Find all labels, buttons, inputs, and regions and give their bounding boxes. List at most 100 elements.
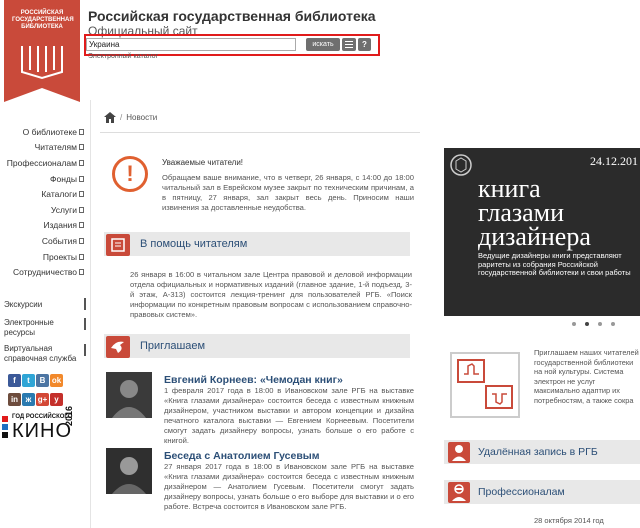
sidebar-eresources[interactable]: Электронные ресурсы (4, 318, 64, 338)
reader-icon (106, 234, 130, 256)
kino-square-red (2, 416, 8, 422)
document-icon (79, 253, 84, 260)
event-text: 1 февраля 2017 года в 18:00 в Ивановском… (164, 386, 414, 445)
site-title[interactable]: Российская государственная библиотека (88, 8, 376, 24)
document-icon (79, 191, 84, 198)
sidebar-item-label: Услуги (50, 204, 77, 215)
exhibition-banner[interactable]: 24.12.201 книга глазами дизайнера Ведущи… (444, 148, 640, 316)
document-icon (79, 269, 84, 276)
breadcrumb-divider (100, 132, 420, 133)
remote-registration-link[interactable]: Удалённая запись в РГБ (444, 440, 640, 464)
breadcrumb-current: Новости (126, 113, 158, 122)
document-icon (79, 159, 84, 166)
odnoklassniki-icon[interactable]: ok (50, 374, 63, 387)
document-icon (79, 206, 84, 213)
document-icon (79, 144, 84, 151)
banner-description: Ведущие дизайнеры книги представляют рар… (478, 251, 631, 277)
slide-dot[interactable] (598, 322, 602, 326)
home-icon[interactable] (104, 112, 116, 123)
event-photo[interactable] (106, 448, 152, 494)
right-link-label: Профессионалам (478, 486, 565, 498)
sidebar-divider (84, 318, 86, 330)
slider-dots (572, 322, 615, 326)
banner-date: 24.12.201 (590, 154, 638, 168)
professional-icon (448, 482, 470, 503)
sidebar-item-events[interactable]: События (0, 233, 86, 249)
facebook-icon[interactable]: f (8, 374, 21, 387)
document-icon (79, 237, 84, 244)
sidebar-item-label: Каталоги (41, 189, 77, 200)
document-icon (79, 175, 84, 182)
social-links: f t Вok in ж g+ y (8, 370, 78, 408)
sidebar-item-label: События (41, 235, 77, 246)
user-icon (448, 442, 470, 463)
vkontakte-icon[interactable]: В (36, 374, 49, 387)
sidebar-item-projects[interactable]: Проекты (0, 249, 86, 265)
professionals-link[interactable]: Профессионалам (444, 480, 640, 504)
event-title[interactable]: Евгений Корнеев: «Чемодан книг» (164, 374, 343, 386)
sidebar-item-label: Профессионалам (6, 157, 77, 168)
instagram-icon[interactable]: in (8, 393, 21, 406)
feedback-thumbs-icon[interactable] (450, 352, 520, 418)
logo-text: РОССИЙСКАЯ ГОСУДАРСТВЕННАЯ БИБЛИОТЕКА (12, 10, 74, 30)
search-input[interactable] (86, 38, 296, 51)
event-text: 27 января 2017 года в 18:00 в Ивановском… (164, 462, 414, 511)
emblem-icon (450, 154, 472, 176)
help-text: 26 января в 16:00 в читальном зале Центр… (130, 270, 412, 319)
document-icon (79, 222, 84, 229)
slide-dot[interactable] (611, 322, 615, 326)
kino-square-black (2, 432, 8, 438)
logo-ribbon (4, 88, 80, 102)
bottom-date: 28 октября 2014 год (534, 516, 604, 525)
bird-icon (106, 336, 130, 358)
event-title[interactable]: Беседа с Анатолием Гусевым (164, 450, 320, 462)
document-icon (79, 128, 84, 135)
section-title: Приглашаем (140, 340, 206, 352)
alert-text: Обращаем ваше внимание, что в четверг, 2… (162, 173, 414, 212)
sidebar-item-label: Проекты (42, 251, 77, 262)
breadcrumb: / Новости (104, 112, 157, 123)
section-help-readers[interactable]: В помощь читателям (104, 232, 410, 256)
sidebar-item-about[interactable]: О библиотеке (0, 124, 86, 140)
sidebar-item-label: Сотрудничество (12, 267, 77, 278)
sidebar-item-readers[interactable]: Читателям (0, 140, 86, 156)
right-info-text: Приглашаем наших читателей государственн… (534, 348, 639, 405)
list-icon[interactable] (342, 38, 356, 51)
sidebar-nav: О библиотеке Читателям Профессионалам Фо… (0, 124, 86, 280)
breadcrumb-separator: / (120, 113, 123, 122)
sidebar-item-label: Издания (43, 220, 77, 231)
sidebar-item-cooperation[interactable]: Сотрудничество (0, 264, 86, 280)
section-invite[interactable]: Приглашаем (104, 334, 410, 358)
kino-2016-badge[interactable]: ГОД РОССИЙСКОГО КИНО 2016 (2, 406, 88, 442)
sidebar-item-label: Читателям (34, 142, 77, 153)
sidebar-excursions[interactable]: Экскурсии (4, 300, 42, 310)
sidebar-item-funds[interactable]: Фонды (0, 171, 86, 187)
slide-dot-active[interactable] (585, 322, 589, 326)
sidebar-item-label: О библиотеке (22, 126, 77, 137)
slide-dot[interactable] (572, 322, 576, 326)
book-icon (21, 46, 63, 80)
sidebar-item-services[interactable]: Услуги (0, 202, 86, 218)
google-plus-icon[interactable]: g+ (36, 393, 49, 406)
livejournal-icon[interactable]: ж (22, 393, 35, 406)
sidebar-item-catalogs[interactable]: Каталоги (0, 186, 86, 202)
alert-icon: ! (112, 156, 148, 192)
sidebar-item-publications[interactable]: Издания (0, 218, 86, 234)
twitter-icon[interactable]: t (22, 374, 35, 387)
search-button[interactable]: искать (306, 38, 340, 51)
library-logo[interactable]: РОССИЙСКАЯ ГОСУДАРСТВЕННАЯ БИБЛИОТЕКА (4, 0, 80, 100)
sidebar-item-professionals[interactable]: Профессионалам (0, 155, 86, 171)
kino-square-blue (2, 424, 8, 430)
page: РОССИЙСКАЯ ГОСУДАРСТВЕННАЯ БИБЛИОТЕКА Ро… (0, 0, 640, 528)
catalog-link[interactable]: Электронный каталог (88, 53, 158, 60)
sidebar-divider (84, 344, 86, 356)
sidebar-virtual-help[interactable]: Виртуальная справочная служба (4, 344, 80, 364)
help-button[interactable]: ? (358, 38, 371, 51)
right-link-label: Удалённая запись в РГБ (478, 446, 598, 458)
youtube-icon[interactable]: y (50, 393, 63, 406)
banner-line-3: дизайнера (478, 222, 591, 251)
sidebar-item-label: Фонды (50, 173, 77, 184)
event-photo[interactable] (106, 372, 152, 418)
section-title: В помощь читателям (140, 238, 248, 250)
sidebar-divider (84, 298, 86, 310)
